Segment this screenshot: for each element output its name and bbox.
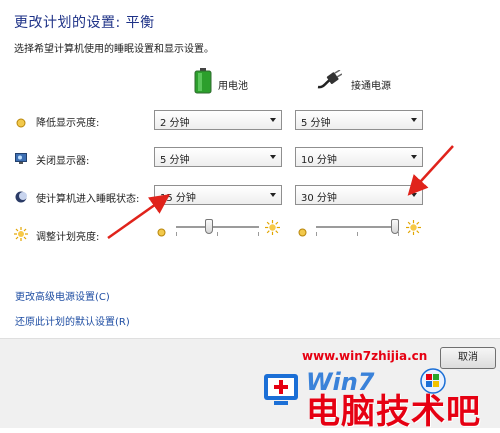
dim-display-plugged-value: 5 分钟 [301,118,331,129]
dim-sun-icon [157,222,166,241]
turn-off-display-plugged-value: 10 分钟 [301,155,337,166]
sleep-plugged-select[interactable]: 30 分钟 [295,185,423,205]
chevron-down-icon [411,155,417,159]
watermark-logo [262,370,302,418]
power-plug-icon [316,69,343,94]
brightness-sun-icon [14,226,28,245]
plugged-in-column-header: 接通电源 [351,81,391,92]
chevron-down-icon [270,118,276,122]
sleep-plugged-value: 30 分钟 [301,193,337,204]
sleep-battery-select[interactable]: 15 分钟 [154,185,282,205]
cancel-button[interactable]: 取消 [440,347,496,369]
sleep-battery-value: 15 分钟 [160,193,196,204]
sleep-moon-icon [15,188,27,207]
watermark-url: www.win7zhijia.cn [302,349,428,363]
plugged-brightness-slider[interactable] [316,218,399,238]
dim-display-plugged-select[interactable]: 5 分钟 [295,110,423,130]
turn-off-display-plugged-select[interactable]: 10 分钟 [295,147,423,167]
monitor-icon [15,150,27,169]
bright-sun-icon [265,220,280,239]
battery-column-header: 用电池 [218,81,248,92]
dim-display-battery-value: 2 分钟 [160,118,190,129]
watermark-brand: 电脑技术吧 [306,392,481,432]
turn-off-display-label: 关闭显示器: [36,156,90,167]
dim-display-label: 降低显示亮度: [36,118,100,129]
chevron-down-icon [270,193,276,197]
brightness-label: 调整计划亮度: [36,232,100,243]
restore-defaults-link[interactable]: 还原此计划的默认设置(R) [15,313,130,328]
dim-sun-icon [298,222,307,241]
chevron-down-icon [411,193,417,197]
sleep-label: 使计算机进入睡眠状态: [36,194,140,205]
dim-display-icon [16,113,26,132]
advanced-power-settings-link[interactable]: 更改高级电源设置(C) [15,288,110,303]
turn-off-display-battery-value: 5 分钟 [160,155,190,166]
bright-sun-icon [406,220,421,239]
page-subtitle: 选择希望计算机使用的睡眠设置和显示设置。 [14,44,214,55]
page-title: 更改计划的设置: 平衡 [14,15,155,31]
plugged-brightness-thumb[interactable] [391,219,399,234]
dim-display-battery-select[interactable]: 2 分钟 [154,110,282,130]
battery-icon [194,68,212,98]
battery-brightness-slider[interactable] [176,218,259,238]
turn-off-display-battery-select[interactable]: 5 分钟 [154,147,282,167]
battery-brightness-thumb[interactable] [205,219,213,234]
chevron-down-icon [270,155,276,159]
chevron-down-icon [411,118,417,122]
